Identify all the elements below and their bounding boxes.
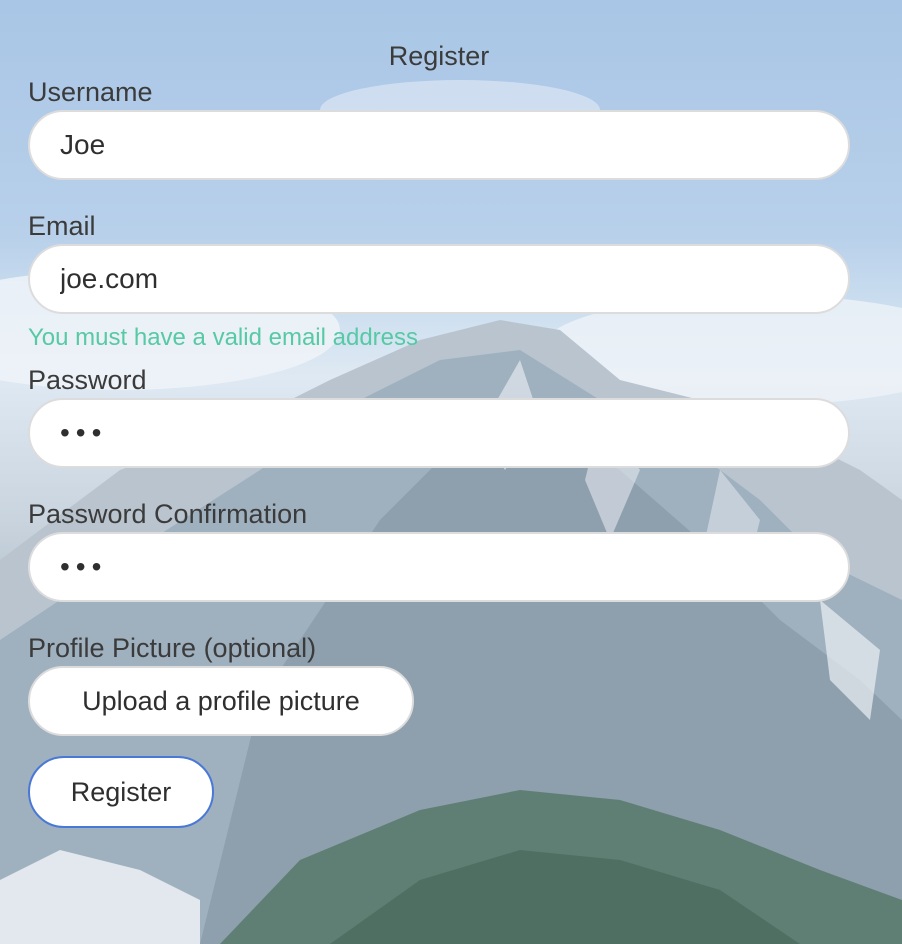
form-title: Register (388, 41, 490, 71)
email-input[interactable] (28, 244, 850, 314)
username-label: Username (28, 77, 153, 107)
password-confirmation-input[interactable] (28, 532, 850, 602)
username-input[interactable] (28, 110, 850, 180)
password-confirmation-label: Password Confirmation (28, 499, 308, 529)
register-button[interactable]: Register (28, 756, 214, 828)
password-label: Password (28, 365, 147, 395)
email-label: Email (28, 211, 96, 241)
email-error-message: You must have a valid email address (28, 324, 418, 351)
upload-profile-picture-button[interactable]: Upload a profile picture (28, 666, 414, 736)
password-input[interactable] (28, 398, 850, 468)
profile-picture-label: Profile Picture (optional) (28, 633, 317, 663)
registration-form: Register Username Email You must have a … (28, 38, 850, 828)
